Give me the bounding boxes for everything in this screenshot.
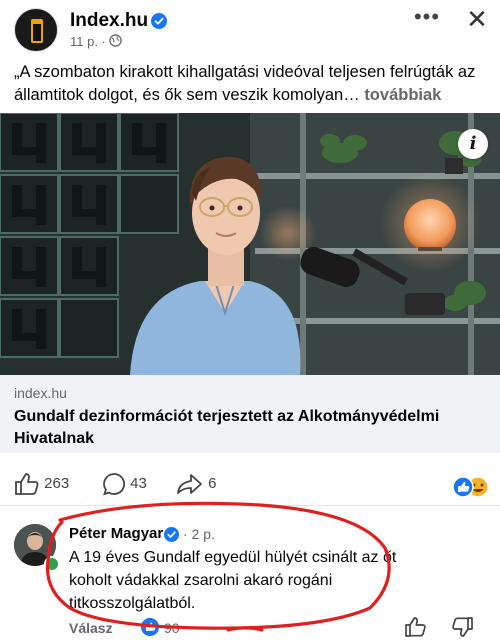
share-count: 6 bbox=[208, 474, 217, 492]
like-button[interactable]: 263 bbox=[14, 472, 69, 496]
close-icon[interactable]: ✕ bbox=[464, 6, 490, 32]
verified-badge-icon bbox=[151, 13, 167, 29]
like-reaction-icon bbox=[141, 618, 159, 636]
page-avatar[interactable] bbox=[14, 8, 58, 52]
divider bbox=[0, 505, 500, 506]
like-count: 263 bbox=[44, 474, 70, 492]
share-arrow-icon bbox=[177, 474, 202, 494]
commenter-name[interactable]: Péter Magyar bbox=[69, 525, 163, 542]
reaction-summary-icons[interactable] bbox=[452, 476, 490, 498]
comment-button[interactable]: 43 bbox=[102, 472, 147, 496]
link-domain: index.hu bbox=[14, 385, 67, 401]
verified-badge-icon bbox=[164, 527, 179, 542]
online-status-indicator bbox=[44, 556, 60, 572]
post-time[interactable]: 11 p. · bbox=[70, 34, 106, 49]
comment-like-icon[interactable] bbox=[404, 616, 428, 638]
comment-text: A 19 éves Gundalf egyedül hülyét csinált… bbox=[69, 549, 397, 612]
see-more-link[interactable]: továbbiak bbox=[364, 86, 441, 104]
comment-reaction-count[interactable]: 90 bbox=[164, 620, 180, 636]
thumbnail-scene bbox=[0, 113, 500, 375]
reply-button[interactable]: Válasz bbox=[69, 620, 113, 636]
post-video-thumbnail[interactable]: i bbox=[0, 113, 500, 375]
comment-count: 43 bbox=[130, 474, 147, 492]
more-horizontal-icon[interactable]: ••• bbox=[412, 6, 442, 34]
post-text: „A szombaton kirakott kihallgatási videó… bbox=[14, 61, 490, 107]
comment-time: · 2 p. bbox=[183, 526, 215, 542]
globe-icon bbox=[109, 34, 122, 47]
share-button[interactable]: 6 bbox=[176, 472, 217, 496]
info-icon[interactable]: i bbox=[458, 129, 488, 159]
comment-bubble-icon bbox=[103, 473, 125, 496]
link-title[interactable]: Gundalf dezinformációt terjesztett az Al… bbox=[14, 406, 484, 450]
thumb-up-icon bbox=[15, 473, 39, 495]
page-name[interactable]: Index.hu bbox=[70, 10, 148, 32]
comment-dislike-icon[interactable] bbox=[450, 616, 474, 638]
